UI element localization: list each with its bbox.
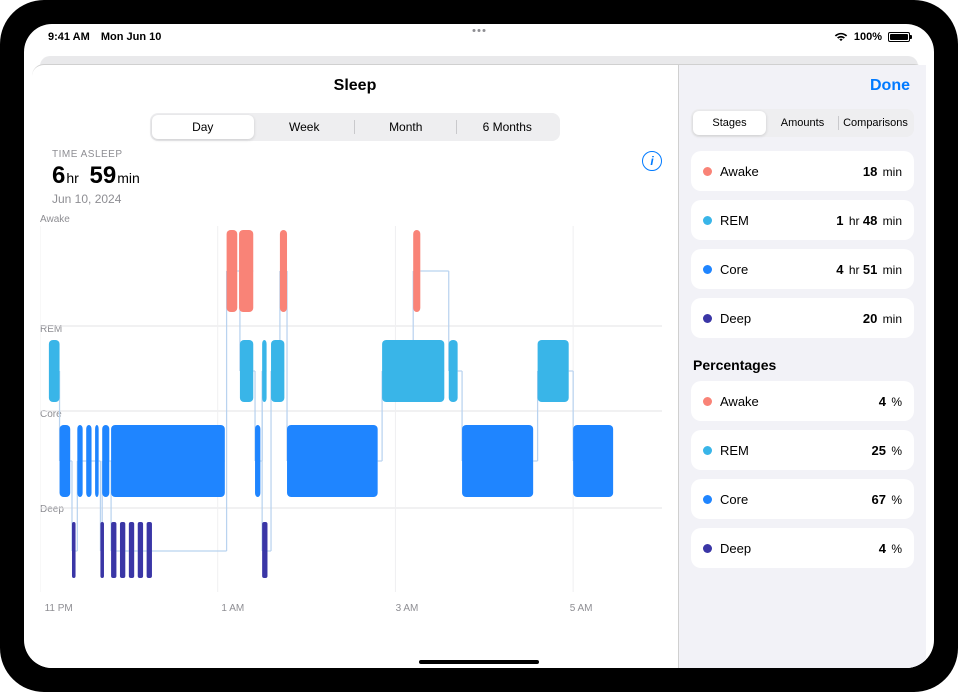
sidebar: Done Stages Amounts Comparisons Awake18 … [678,65,926,668]
tab-comparisons[interactable]: Comparisons [839,111,912,135]
summary-hr: 6 [52,162,65,189]
x-tick-1: 1 AM [221,603,244,614]
stage-awake[interactable]: Awake18 min [691,151,914,191]
multitask-dots-icon[interactable] [473,29,486,32]
stage-rem[interactable]: REM1 hr 48 min [691,200,914,240]
done-button[interactable]: Done [870,77,910,95]
pct-deep[interactable]: Deep4 % [691,528,914,568]
stage-core[interactable]: Core4 hr 51 min [691,249,914,289]
stage-name: REM [720,443,872,458]
stage-value: 4 % [879,394,902,409]
stage-deep[interactable]: Deep20 min [691,298,914,338]
summary-value: 6hr 59min [52,162,658,190]
dot-deep-icon [703,314,712,323]
dot-core-icon [703,265,712,274]
dot-awake-icon [703,167,712,176]
stage-name: Awake [720,164,863,179]
stage-value: 18 min [863,164,902,179]
seg-month[interactable]: Month [355,115,457,139]
summary-date: Jun 10, 2024 [52,192,658,206]
x-tick-2: 3 AM [396,603,419,614]
home-indicator[interactable] [419,660,539,664]
sleep-chart: Awake REM Core Deep 11 PM 1 AM 3 AM 5 AM [40,214,662,614]
sleep-sheet: Sleep Day Week Month 6 Months TIME ASLEE… [32,64,926,668]
seg-day[interactable]: Day [152,115,254,139]
row-label-awake: Awake [40,214,70,225]
dot-deep-icon [703,544,712,553]
info-button[interactable]: i [642,151,662,171]
seg-week[interactable]: Week [254,115,356,139]
x-tick-0: 11 PM [45,603,73,614]
dot-rem-icon [703,446,712,455]
summary-min-unit: min [117,170,140,186]
stage-name: REM [720,213,836,228]
dot-awake-icon [703,397,712,406]
timeframe-segmented[interactable]: Day Week Month 6 Months [150,113,560,141]
info-icon: i [650,154,653,168]
page-title: Sleep [334,77,377,95]
summary-hr-unit: hr [66,170,78,186]
stage-name: Awake [720,394,879,409]
percentages-heading: Percentages [693,357,912,373]
pct-awake[interactable]: Awake4 % [691,381,914,421]
stage-value: 4 % [879,541,902,556]
stage-value: 4 hr 51 min [836,262,902,277]
status-left: 9:41 AM Mon Jun 10 [48,31,169,43]
stage-name: Deep [720,541,879,556]
main-panel: Sleep Day Week Month 6 Months TIME ASLEE… [32,65,678,668]
x-axis-ticks: 11 PM 1 AM 3 AM 5 AM [40,596,662,614]
stage-name: Deep [720,311,863,326]
summary-block: TIME ASLEEP 6hr 59min Jun 10, 2024 [32,141,678,206]
status-date: Mon Jun 10 [101,31,162,43]
wifi-icon [834,32,848,42]
dot-rem-icon [703,216,712,225]
x-tick-3: 5 AM [570,603,593,614]
status-right: 100% [834,31,910,43]
tab-stages[interactable]: Stages [693,111,766,135]
sidebar-segmented[interactable]: Stages Amounts Comparisons [691,109,914,137]
stage-value: 20 min [863,311,902,326]
sheet-header: Sleep [32,65,678,107]
stage-value: 67 % [872,492,902,507]
summary-label: TIME ASLEEP [52,149,658,160]
percentage-list: Awake4 %REM25 %Core67 %Deep4 % [691,381,914,577]
stage-value: 25 % [872,443,902,458]
dot-core-icon [703,495,712,504]
chart-body [40,226,662,592]
tab-amounts[interactable]: Amounts [766,111,839,135]
device-frame: 9:41 AM Mon Jun 10 100% Sleep Day Week M… [0,0,958,692]
status-bar: 9:41 AM Mon Jun 10 100% [24,24,934,46]
stage-name: Core [720,492,872,507]
summary-min: 59 [89,162,116,189]
stage-value: 1 hr 48 min [836,213,902,228]
screen: 9:41 AM Mon Jun 10 100% Sleep Day Week M… [24,24,934,668]
stage-name: Core [720,262,836,277]
battery-percent: 100% [854,31,882,43]
seg-6months[interactable]: 6 Months [457,115,559,139]
chart-svg [40,226,662,592]
battery-icon [888,32,910,42]
pct-rem[interactable]: REM25 % [691,430,914,470]
pct-core[interactable]: Core67 % [691,479,914,519]
status-time: 9:41 AM [48,31,90,43]
stage-list: Awake18 min REM1 hr 48 min Core4 hr 51 min… [691,151,914,347]
